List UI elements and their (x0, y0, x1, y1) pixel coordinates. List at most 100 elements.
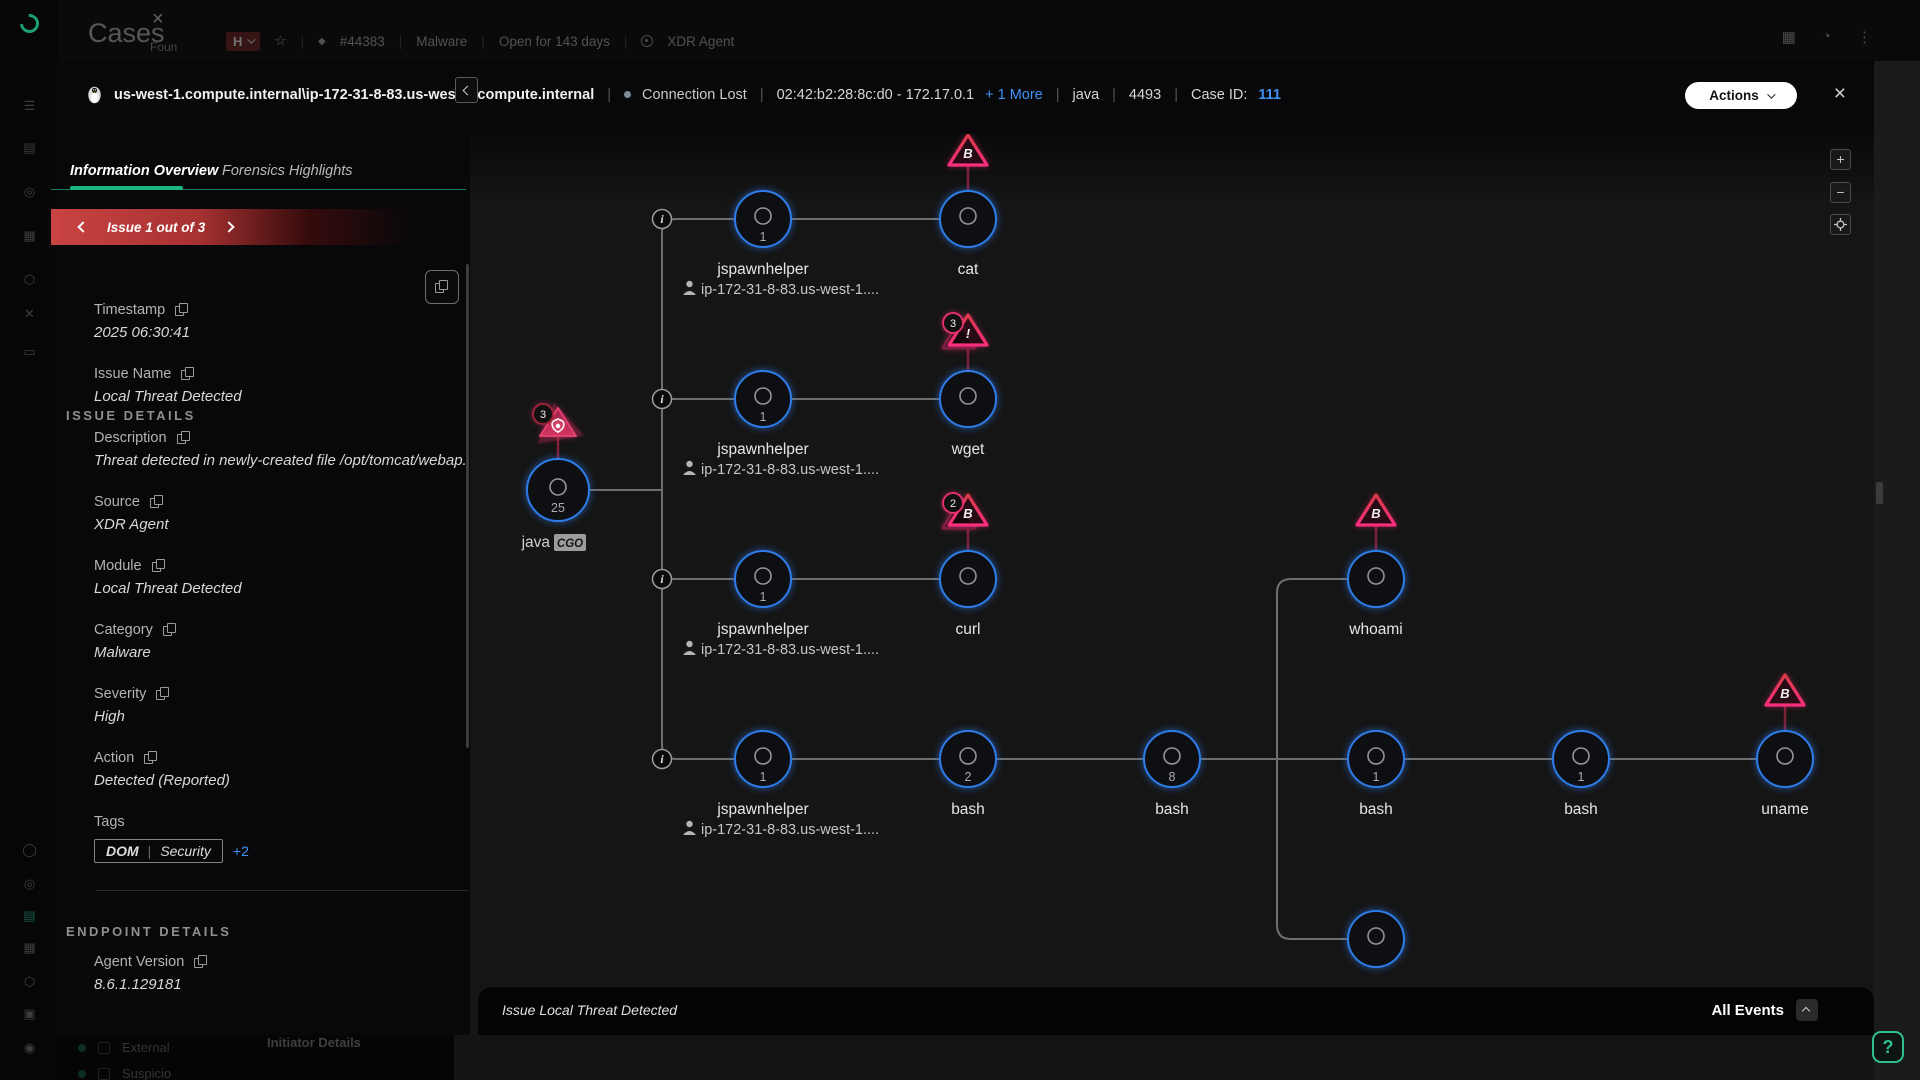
process-node-uname[interactable]: uname (1757, 731, 1813, 818)
info-icon[interactable]: i (653, 210, 672, 229)
status-dot-icon (78, 1044, 86, 1052)
crosshair-icon (1834, 218, 1847, 231)
severity-badge[interactable]: H (226, 32, 260, 51)
star-icon[interactable]: ☆ (274, 33, 286, 49)
info-icon[interactable]: i (653, 750, 672, 769)
xdr-agent-icon (641, 35, 653, 47)
scrollbar-thumb[interactable] (1876, 482, 1883, 504)
copy-icon[interactable] (152, 559, 165, 573)
background-row: External (78, 1040, 170, 1055)
process-node-whoami[interactable]: whoami (1348, 551, 1404, 638)
alert-badge-curl[interactable]: B2 (943, 493, 987, 528)
collapse-panel-button[interactable] (455, 77, 478, 103)
next-issue-icon[interactable] (224, 221, 235, 232)
process-node-process-hidden[interactable] (1348, 911, 1404, 967)
fit-view-button[interactable] (1830, 214, 1851, 235)
more-link[interactable]: + 1 More (985, 87, 1043, 103)
host-sublabel: ip-172-31-8-83.us-west-1.... (683, 641, 879, 658)
alert-badge-wget[interactable]: !3 (943, 313, 987, 348)
case-id-value[interactable]: 111 (1258, 87, 1281, 103)
mac-ip: 02:42:b2:28:8c:d0 - 172.17.0.1 (777, 87, 975, 103)
information-panel: Information Overview Forensics Highlight… (49, 134, 470, 1035)
zoom-out-button[interactable]: − (1830, 182, 1851, 203)
process-node-jspawnhelper-1[interactable]: 1jspawnhelperip-172-31-8-83.us-west-1...… (683, 191, 879, 298)
process-node-bash-3[interactable]: 1bash (1348, 731, 1404, 818)
status-dot-icon (78, 1070, 86, 1078)
panel-scrollbar[interactable] (466, 264, 469, 748)
help-button[interactable]: ? (1872, 1031, 1904, 1063)
background-right-strip (1874, 61, 1920, 1080)
copy-icon[interactable] (156, 687, 169, 701)
topbar-icon[interactable]: ⋮ (1857, 28, 1872, 46)
brand-logo-icon[interactable] (16, 10, 43, 37)
process-node-bash-4[interactable]: 1bash (1553, 731, 1609, 818)
issue-pager-banner: Issue 1 out of 3 (51, 209, 439, 245)
chevron-down-icon (1767, 90, 1775, 98)
process-node-bash-2[interactable]: 8bash (1144, 731, 1200, 818)
actions-button[interactable]: Actions (1685, 82, 1797, 109)
tags-more-link[interactable]: +2 (233, 843, 249, 859)
connection-status-icon (624, 91, 631, 98)
topbar-icon[interactable]: ◔ (1822, 28, 1831, 46)
alert-badge-uname[interactable]: B (1766, 675, 1804, 705)
tag-chip[interactable]: DOM | Security (94, 839, 223, 863)
svg-text:uname: uname (1761, 801, 1808, 818)
info-icon[interactable]: i (653, 390, 672, 409)
process-node-jspawnhelper-2[interactable]: 1jspawnhelperip-172-31-8-83.us-west-1...… (683, 371, 879, 478)
previous-issue-icon[interactable] (77, 221, 88, 232)
avatar-icon[interactable]: ◉ (0, 1040, 59, 1056)
case-id-label: Case ID: (1191, 87, 1247, 103)
process-node-wget[interactable]: wget (940, 371, 996, 458)
field-value: 8.6.1.129181 (94, 976, 454, 993)
copy-icon (435, 280, 448, 294)
host-sublabel: ip-172-31-8-83.us-west-1.... (683, 821, 879, 838)
copy-icon[interactable] (150, 495, 163, 509)
copy-icon[interactable] (163, 623, 176, 637)
host-sublabel: ip-172-31-8-83.us-west-1.... (683, 461, 879, 478)
copy-icon[interactable] (177, 431, 190, 445)
field-category: CategoryMalware (94, 622, 454, 661)
tag-icon[interactable]: ◆ (318, 36, 326, 47)
field-agent-version: Agent Version8.6.1.129181 (94, 954, 454, 993)
chevron-up-icon (1802, 1007, 1810, 1015)
svg-text:jspawnhelper: jspawnhelper (716, 441, 808, 458)
svg-text:3: 3 (540, 409, 546, 421)
close-icon[interactable]: × (152, 8, 164, 31)
copy-icon[interactable] (175, 303, 188, 317)
alert-badge-java[interactable]: 3 (531, 398, 585, 444)
footer-issue-label: Issue Local Threat Detected (502, 1002, 677, 1018)
svg-text:cat: cat (958, 261, 979, 278)
background-panel-title: Initiator Details (267, 1035, 361, 1050)
copy-icon[interactable] (181, 367, 194, 381)
process-node-cat[interactable]: cat (940, 191, 996, 278)
topbar-right-icons: ▦ ◔ ⋮ (1782, 28, 1872, 46)
svg-text:whoami: whoami (1348, 621, 1402, 638)
close-modal-icon[interactable]: × (1834, 83, 1846, 104)
copy-icon[interactable] (144, 751, 157, 765)
process-name: java (1073, 87, 1100, 103)
field-value: Threat detected in newly-created file /o… (94, 452, 454, 469)
tags-label: Tags (94, 814, 249, 830)
svg-text:B: B (963, 506, 972, 521)
svg-text:bash: bash (1155, 801, 1189, 818)
process-node-jspawnhelper-4[interactable]: 1jspawnhelperip-172-31-8-83.us-west-1...… (683, 731, 879, 838)
endpoint-fields-list: Agent Version8.6.1.129181 (94, 954, 454, 1014)
process-node-curl[interactable]: curl (940, 551, 996, 638)
process-node-jspawnhelper-3[interactable]: 1jspawnhelperip-172-31-8-83.us-west-1...… (683, 551, 879, 658)
causality-graph[interactable]: 3 25javaCGO 1jspawnhelperip-172-31-8-83.us… (470, 134, 1874, 1035)
tags-block: Tags DOM | Security +2 (94, 814, 249, 863)
zoom-in-button[interactable]: + (1830, 149, 1851, 170)
tab-information-overview[interactable]: Information Overview (70, 163, 218, 179)
info-icon[interactable]: i (653, 570, 672, 589)
alert-badge-cat[interactable]: B (949, 135, 987, 165)
field-value: Malware (94, 644, 454, 661)
topbar-icon[interactable]: ▦ (1782, 28, 1796, 46)
alert-badge-whoami[interactable]: B (1357, 495, 1395, 525)
process-node-java[interactable]: 25javaCGO (521, 459, 589, 551)
process-node-bash-1[interactable]: 2bash (940, 731, 996, 818)
host-sublabel: ip-172-31-8-83.us-west-1.... (683, 281, 879, 298)
expand-events-button[interactable] (1796, 999, 1818, 1021)
copy-all-button[interactable] (425, 270, 459, 304)
copy-icon[interactable] (194, 955, 207, 969)
tab-forensics-highlights[interactable]: Forensics Highlights (222, 163, 353, 179)
